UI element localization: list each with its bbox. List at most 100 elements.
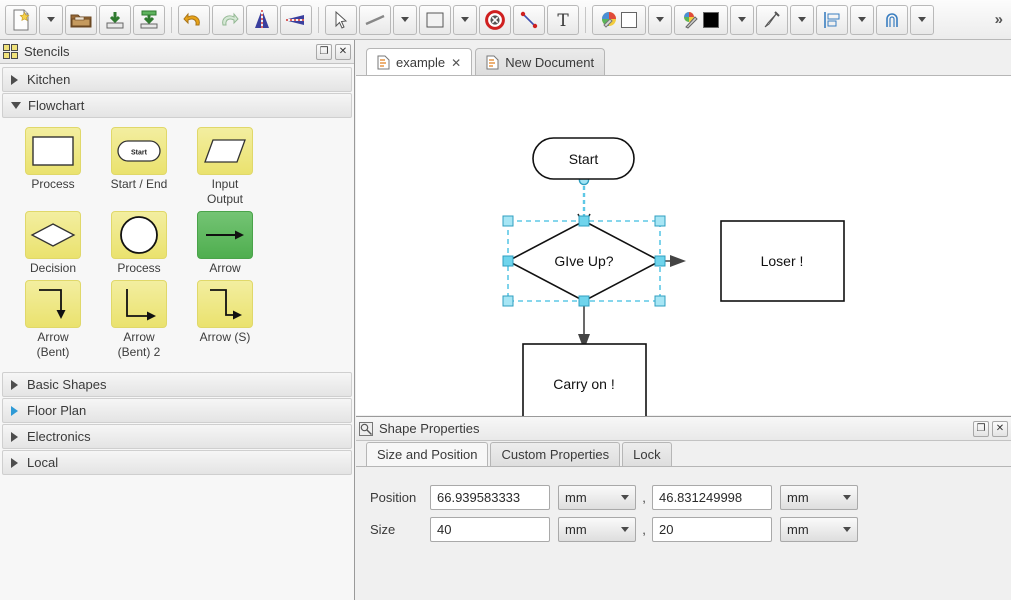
carry-on-node[interactable]: Carry on !: [522, 343, 647, 416]
line-style-button[interactable]: [756, 4, 788, 35]
shape-properties-close-button[interactable]: ✕: [992, 420, 1008, 437]
line-style-dropdown[interactable]: [790, 4, 814, 35]
svg-text:Start: Start: [131, 150, 148, 157]
new-document-dropdown[interactable]: [39, 4, 63, 35]
stencil-item-arrow-s[interactable]: Arrow (S): [182, 280, 268, 360]
fill-color-button[interactable]: [592, 4, 646, 35]
shape-properties-float-button[interactable]: ❐: [973, 420, 989, 437]
chevron-down-icon: [918, 17, 926, 22]
tab-lock[interactable]: Lock: [622, 442, 672, 466]
arc-button[interactable]: [876, 4, 908, 35]
connector-tool-button[interactable]: [513, 4, 545, 35]
align-button[interactable]: [816, 4, 848, 35]
stencil-item-arrow[interactable]: Arrow: [182, 211, 268, 276]
chevron-right-icon: [11, 379, 18, 390]
drawing-canvas[interactable]: Start Loser ! Carry on ! GIve Up?: [356, 75, 1011, 416]
chevron-down-icon: [11, 102, 21, 109]
stencils-float-button[interactable]: ❐: [316, 43, 332, 60]
size-label: Size: [370, 521, 396, 537]
arc-dropdown[interactable]: [910, 4, 934, 35]
undo-button[interactable]: [178, 4, 210, 35]
redo-button[interactable]: [212, 4, 244, 35]
toolbar-file-group: [4, 4, 166, 35]
position-x-unit-select[interactable]: mm: [558, 484, 636, 510]
flip-vertical-button[interactable]: [246, 4, 278, 35]
align-dropdown[interactable]: [850, 4, 874, 35]
start-node[interactable]: Start: [532, 137, 635, 180]
line-tool-dropdown[interactable]: [393, 4, 417, 35]
flip-horizontal-button[interactable]: [280, 4, 312, 35]
size-separator: ,: [642, 521, 646, 537]
stencil-category-label: Kitchen: [27, 72, 71, 87]
toolbar-tools-group: T: [324, 4, 580, 35]
line-color-dropdown[interactable]: [730, 4, 754, 35]
text-tool-button[interactable]: T: [547, 4, 579, 35]
delete-button[interactable]: [479, 4, 511, 35]
fill-color-dropdown[interactable]: [648, 4, 672, 35]
stencil-item-input-output[interactable]: Input Output: [182, 127, 268, 207]
toolbar-separator: [171, 6, 172, 33]
stencil-category-kitchen[interactable]: Kitchen: [2, 67, 352, 92]
chevron-right-icon: [11, 74, 18, 85]
shape-properties-header: Shape Properties ❐ ✕: [356, 417, 1011, 441]
rectangle-tool-button[interactable]: [419, 4, 451, 35]
position-y-input[interactable]: 46.831249998: [652, 484, 772, 510]
tab-size-and-position[interactable]: Size and Position: [366, 442, 489, 466]
stencils-close-button[interactable]: ✕: [335, 43, 351, 60]
new-document-button[interactable]: [5, 4, 37, 35]
shape-properties-tabs: Size and Position Custom Properties Lock: [356, 441, 1011, 467]
main-toolbar: T »: [0, 0, 1011, 40]
save-button[interactable]: [99, 4, 131, 35]
tab-custom-properties[interactable]: Custom Properties: [490, 442, 621, 466]
loser-node-label: Loser !: [761, 253, 804, 269]
stencil-category-label: Electronics: [27, 429, 91, 444]
chevron-down-icon: [47, 17, 55, 22]
tab-new-document[interactable]: New Document: [475, 48, 606, 76]
position-y-unit-value: mm: [787, 489, 809, 505]
svg-text:T: T: [557, 11, 569, 29]
tab-example[interactable]: example ✕: [366, 48, 473, 76]
stencil-category-floor-plan[interactable]: Floor Plan: [2, 398, 352, 423]
rectangle-tool-dropdown[interactable]: [453, 4, 477, 35]
connector-decision-to-carry-on[interactable]: [578, 304, 590, 350]
stencil-item-arrow-bent-2[interactable]: Arrow (Bent) 2: [96, 280, 182, 360]
size-height-unit-select[interactable]: mm: [780, 516, 858, 542]
stencil-category-electronics[interactable]: Electronics: [2, 424, 352, 449]
toolbar-style-group: [591, 4, 935, 35]
line-tool-button[interactable]: [359, 4, 391, 35]
line-color-button[interactable]: [674, 4, 728, 35]
position-x-input[interactable]: 66.939583333: [430, 484, 550, 510]
stencil-item-arrow-bent[interactable]: Arrow (Bent): [10, 280, 96, 360]
decision-node[interactable]: GIve Up?: [506, 220, 662, 302]
stencil-item-label: Arrow (Bent) 2: [117, 330, 161, 359]
stencil-category-flowchart[interactable]: Flowchart: [2, 93, 352, 118]
toolbar-edit-group: [177, 4, 313, 35]
stencil-item-label: Arrow (S): [199, 330, 251, 344]
stencil-item-decision[interactable]: Decision: [10, 211, 96, 276]
open-button[interactable]: [65, 4, 97, 35]
chevron-right-icon: [11, 457, 18, 468]
tab-close-button[interactable]: ✕: [451, 56, 461, 70]
tab-label: New Document: [505, 55, 595, 70]
toolbar-overflow-button[interactable]: »: [995, 11, 1003, 28]
size-row: Size 40 mm , 20 mm: [370, 513, 1011, 545]
stencil-category-basic-shapes[interactable]: Basic Shapes: [2, 372, 352, 397]
chevron-down-icon: [461, 17, 469, 22]
fill-color-swatch: [621, 11, 637, 28]
toolbar-separator: [318, 6, 319, 33]
shape-properties-panel: Shape Properties ❐ ✕ Size and Position C…: [356, 416, 1011, 600]
size-width-unit-select[interactable]: mm: [558, 516, 636, 542]
stencil-category-local[interactable]: Local: [2, 450, 352, 475]
stencil-item-process-rect[interactable]: Process: [10, 127, 96, 207]
size-and-position-form: Position 66.939583333 mm , 46.831249998 …: [356, 467, 1011, 545]
stencil-item-process-circle[interactable]: Process: [96, 211, 182, 276]
save-as-button[interactable]: [133, 4, 165, 35]
size-width-input[interactable]: 40: [430, 516, 550, 542]
stencils-grid-icon: [3, 44, 18, 59]
pointer-tool-button[interactable]: [325, 4, 357, 35]
loser-node[interactable]: Loser !: [720, 220, 845, 302]
size-height-input[interactable]: 20: [652, 516, 772, 542]
stencil-item-start-end[interactable]: Start Start / End: [96, 127, 182, 207]
process-rectangle-icon: [25, 127, 81, 175]
position-y-unit-select[interactable]: mm: [780, 484, 858, 510]
